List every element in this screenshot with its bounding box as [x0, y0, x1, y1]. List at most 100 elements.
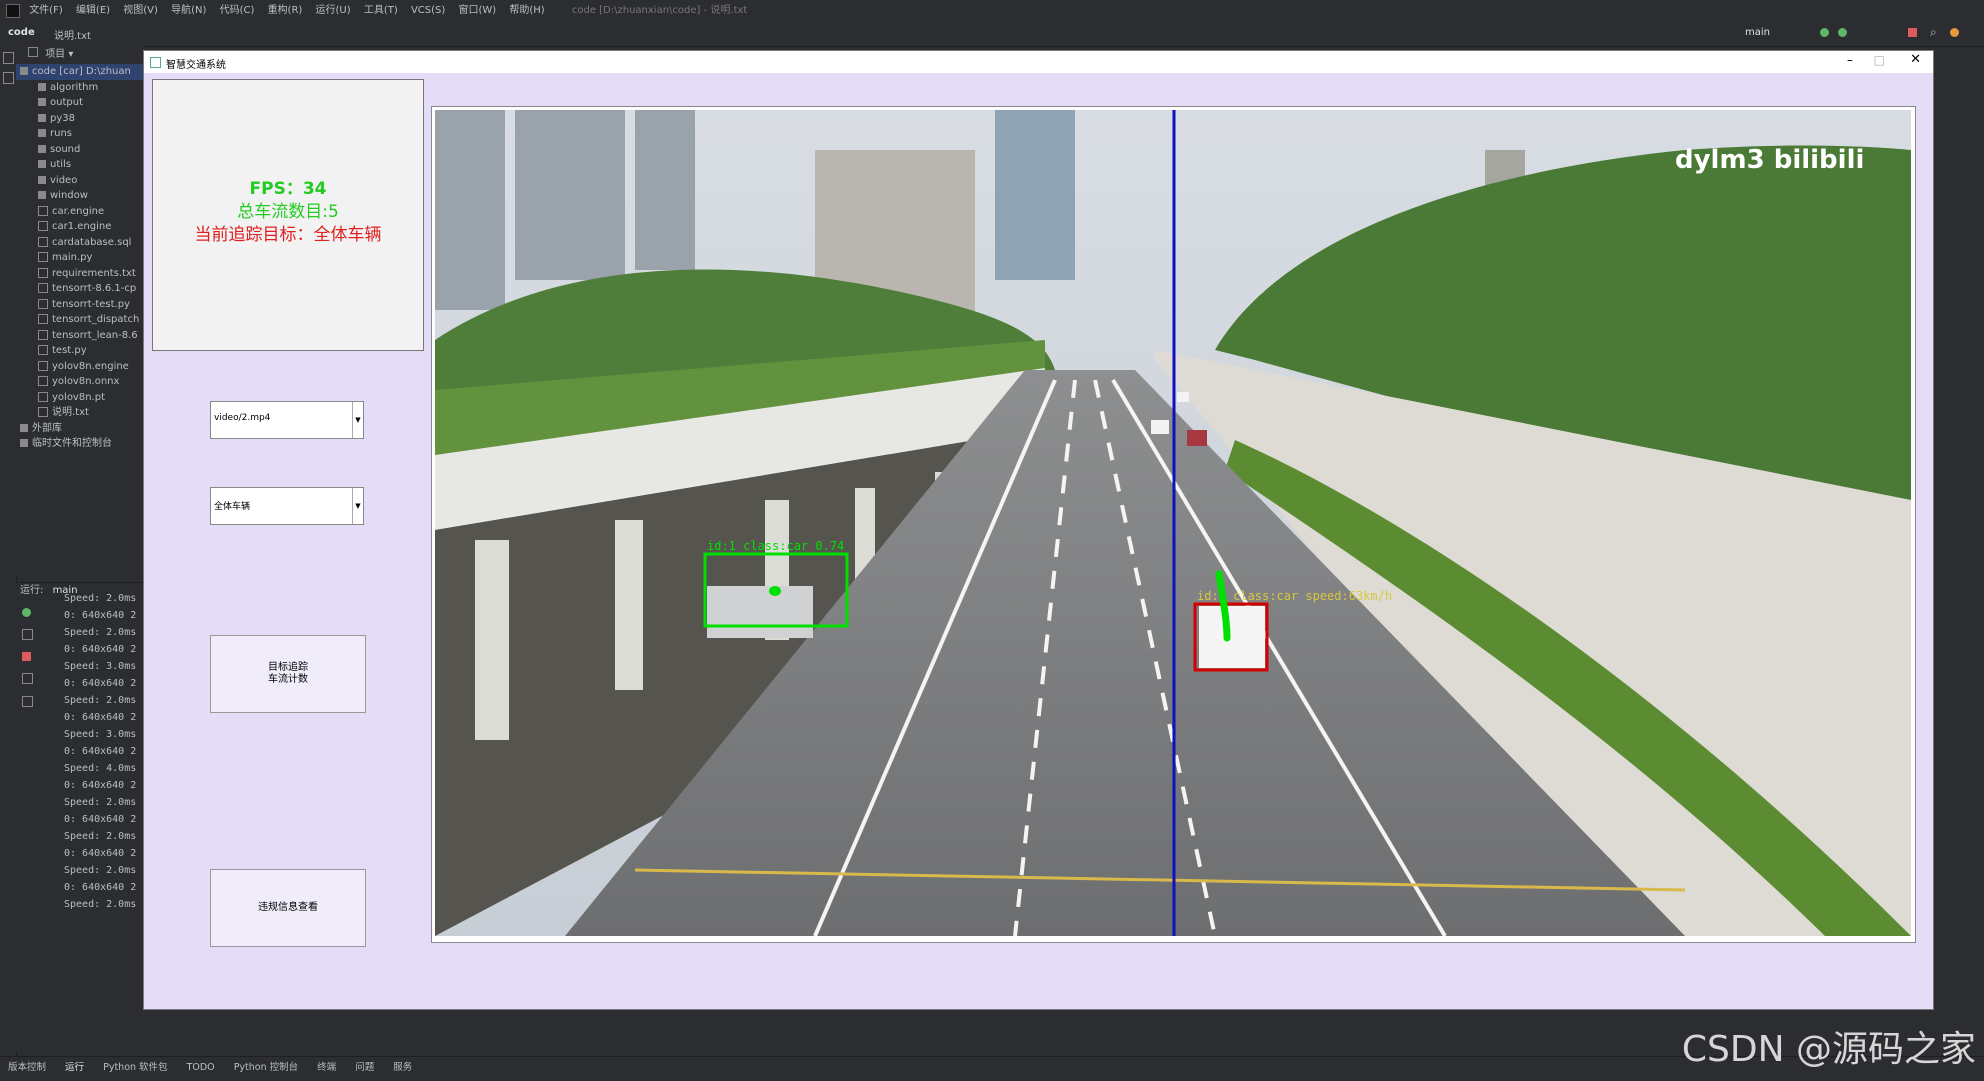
tree-item[interactable]: yolov8n.engine — [16, 359, 144, 375]
tree-item[interactable]: tensorrt_dispatch — [16, 312, 144, 328]
tree-item[interactable]: sound — [16, 142, 144, 158]
track-count-button-label: 目标追踪 车流计数 — [268, 662, 308, 686]
menu-item-view[interactable]: 视图(V) — [123, 0, 158, 22]
debug-icon[interactable] — [1838, 28, 1847, 37]
tool-tab-python-console[interactable]: Python 控制台 — [234, 1057, 298, 1079]
stop-icon[interactable] — [1908, 28, 1917, 37]
update-icon[interactable] — [1950, 28, 1959, 37]
project-panel: 项目 ▾ code [car] D:\zhuan algorithm output p… — [16, 46, 144, 576]
menu-item-vcs[interactable]: VCS(S) — [411, 0, 445, 22]
file-icon — [38, 391, 48, 402]
rerun-icon[interactable] — [22, 608, 31, 617]
menu-item-refactor[interactable]: 重构(R) — [268, 0, 303, 22]
tree-item[interactable]: algorithm — [16, 80, 144, 96]
csdn-watermark: CSDN @源码之家 — [1681, 1029, 1976, 1070]
tree-item[interactable]: 外部库 — [16, 421, 144, 437]
folder-icon — [38, 113, 46, 122]
stop-run-icon[interactable] — [22, 652, 31, 661]
tree-item-label: test.py — [52, 345, 87, 356]
close-button[interactable]: ✕ — [1910, 52, 1921, 67]
project-folder-icon — [28, 47, 38, 57]
app-titlebar: 智慧交通系统 – □ ✕ — [144, 51, 1933, 73]
chevron-down-icon[interactable]: ▼ — [352, 488, 363, 524]
pin-icon[interactable] — [22, 696, 33, 707]
status-info-panel: FPS：34 总车流数目:5 当前追踪目标：全体车辆 — [152, 79, 424, 351]
branch-selector[interactable]: main — [1745, 27, 1770, 38]
tree-item-label: sound — [50, 143, 81, 155]
tree-item[interactable]: requirements.txt — [16, 266, 144, 282]
tree-item-label: video — [50, 174, 78, 186]
tool-tab-problems[interactable]: 问题 — [355, 1057, 374, 1079]
parked-car — [707, 586, 813, 638]
menu-item-navigate[interactable]: 导航(N) — [171, 0, 206, 22]
minimize-button[interactable]: – — [1847, 53, 1853, 67]
project-panel-header: 项目 ▾ — [16, 46, 144, 64]
chevron-down-icon[interactable]: ▼ — [352, 402, 363, 438]
tree-item[interactable]: tensorrt_lean-8.6 — [16, 328, 144, 344]
tree-item[interactable]: yolov8n.onnx — [16, 374, 144, 390]
tree-item-label: 临时文件和控制台 — [32, 438, 112, 449]
menu-item-code[interactable]: 代码(C) — [220, 0, 255, 22]
tree-item[interactable]: test.py — [16, 343, 144, 359]
tool-tab-services[interactable]: 服务 — [393, 1057, 412, 1079]
wrench-icon[interactable] — [22, 629, 33, 640]
ide-toolbar: code 说明.txt main ⌕ — [0, 22, 1984, 47]
tree-item[interactable]: 临时文件和控制台 — [16, 436, 144, 452]
tree-item[interactable]: cardatabase.sql — [16, 235, 144, 251]
file-icon — [38, 314, 48, 324]
maximize-button[interactable]: □ — [1874, 53, 1885, 67]
tool-tab-packages[interactable]: Python 软件包 — [103, 1057, 167, 1079]
tree-item[interactable]: car1.engine — [16, 219, 144, 235]
tool-tab-run[interactable]: 运行 — [65, 1057, 84, 1079]
folder-icon — [20, 439, 28, 447]
menu-item-edit[interactable]: 编辑(E) — [76, 0, 110, 22]
tree-item-label: main.py — [52, 252, 93, 263]
layout-icon[interactable] — [22, 673, 33, 684]
tree-item-label: utils — [50, 159, 72, 170]
tree-item[interactable]: runs — [16, 126, 144, 142]
tree-item[interactable]: code [car] D:\zhuan — [16, 64, 144, 80]
tree-item[interactable]: yolov8n.pt — [16, 390, 144, 406]
tool-tab-vcs[interactable]: 版本控制 — [8, 1057, 46, 1079]
tree-item[interactable]: py38 — [16, 111, 144, 127]
menu-item-file[interactable]: 文件(F) — [29, 0, 63, 22]
tree-item[interactable]: tensorrt-8.6.1-cp — [16, 281, 144, 297]
tool-tab-todo[interactable]: TODO — [187, 1057, 215, 1079]
video-source-select[interactable]: video/2.mp4 ▼ — [210, 401, 364, 439]
menu-item-window[interactable]: 窗口(W) — [458, 0, 496, 22]
tree-item[interactable]: main.py — [16, 250, 144, 266]
tree-item[interactable]: utils — [16, 157, 144, 173]
violation-info-button[interactable]: 违规信息查看 — [210, 869, 366, 947]
tree-item[interactable]: window — [16, 188, 144, 204]
traffic-app-window: 智慧交通系统 – □ ✕ FPS：34 总车流数目:5 当前追踪目标：全体车辆 … — [143, 50, 1934, 1010]
track-count-button[interactable]: 目标追踪 车流计数 — [210, 635, 366, 713]
run-icon[interactable] — [1820, 28, 1829, 37]
vehicle-class-value: 全体车辆 — [214, 502, 251, 512]
folder-icon — [38, 175, 46, 184]
file-icon — [38, 236, 48, 247]
tree-item-label: runs — [50, 128, 72, 139]
breadcrumb-file[interactable]: 说明.txt — [54, 27, 91, 42]
detection-label-1: id:1 class:car 0.74 — [707, 539, 844, 553]
vehicle-class-select[interactable]: 全体车辆 ▼ — [210, 487, 364, 525]
menu-item-tools[interactable]: 工具(T) — [364, 0, 398, 22]
project-tool-icon[interactable] — [3, 52, 14, 64]
tree-item[interactable]: 说明.txt — [16, 405, 144, 421]
tree-item[interactable]: output — [16, 95, 144, 111]
moving-car — [1199, 606, 1265, 668]
tool-tab-terminal[interactable]: 终端 — [317, 1057, 336, 1079]
breadcrumb-project[interactable]: code — [8, 27, 35, 38]
project-panel-title[interactable]: 项目 — [45, 49, 65, 60]
search-icon[interactable]: ⌕ — [1930, 25, 1937, 40]
tree-item[interactable]: video — [16, 173, 144, 189]
structure-tool-icon[interactable] — [3, 72, 14, 84]
menu-item-run[interactable]: 运行(U) — [316, 0, 351, 22]
tree-item[interactable]: car.engine — [16, 204, 144, 220]
chevron-down-icon[interactable]: ▾ — [68, 49, 73, 60]
tree-item-label: cardatabase.sql — [52, 236, 132, 248]
tree-item-label: car.engine — [52, 205, 105, 217]
tree-item[interactable]: tensorrt-test.py — [16, 297, 144, 313]
video-watermark: dylm3 bilibili — [1675, 145, 1864, 175]
folder-icon — [38, 129, 46, 137]
menu-item-help[interactable]: 帮助(H) — [509, 0, 544, 22]
